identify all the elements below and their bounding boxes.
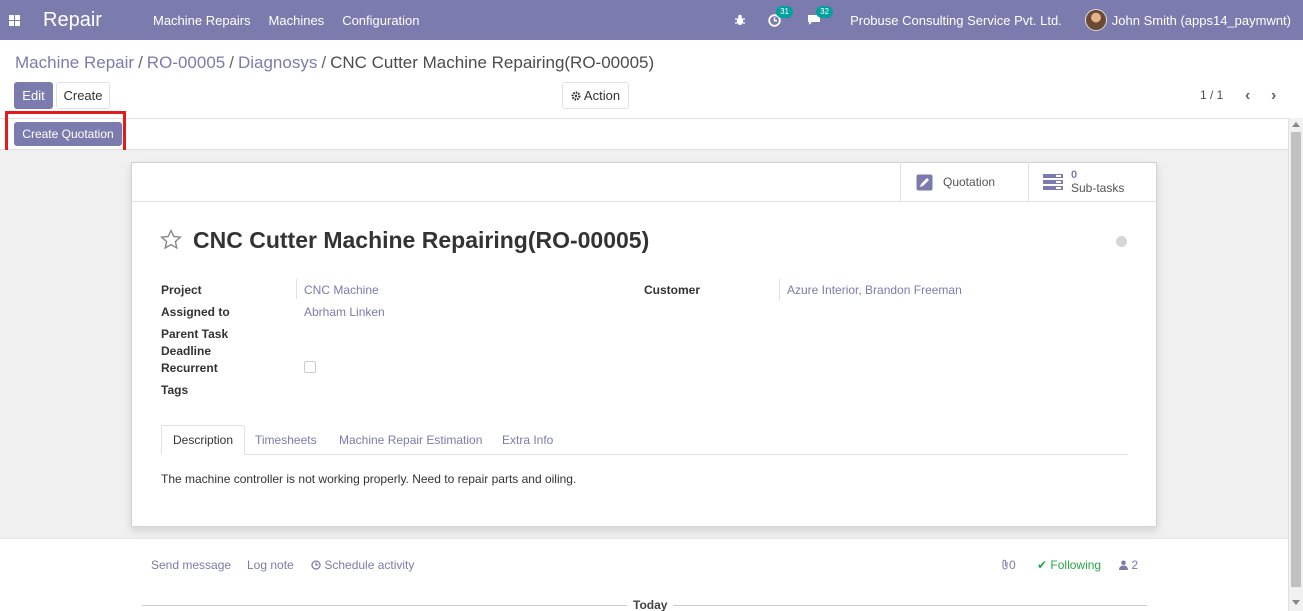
project-label: Project: [161, 283, 202, 297]
form-statusbar: [0, 118, 1288, 150]
tab-timesheets[interactable]: Timesheets: [255, 425, 317, 455]
notebook-tabs: Description Timesheets Machine Repair Es…: [161, 425, 1128, 455]
bug-icon[interactable]: [732, 12, 748, 28]
edit-button[interactable]: Edit: [14, 82, 53, 109]
tasks-icon: [1043, 173, 1063, 190]
breadcrumb-separator: /: [229, 53, 234, 72]
button-box: Quotation 0 Sub-tasks: [132, 163, 1156, 202]
menu-machines[interactable]: Machines: [269, 13, 325, 28]
field-separator: [779, 279, 780, 301]
create-button[interactable]: Create: [56, 82, 110, 109]
parent-task-label: Parent Task: [161, 327, 229, 341]
subtasks-smart-button[interactable]: 0 Sub-tasks: [1028, 163, 1156, 201]
highlight-annotation: [5, 111, 126, 154]
action-dropdown[interactable]: Action: [562, 82, 629, 109]
kanban-state-indicator[interactable]: [1116, 236, 1127, 247]
attachments-button[interactable]: 0: [1001, 558, 1016, 572]
send-message-button[interactable]: Send message: [151, 558, 231, 572]
quotation-smart-button[interactable]: Quotation: [900, 163, 1028, 201]
pager-previous-icon[interactable]: ‹: [1245, 87, 1250, 105]
task-title[interactable]: CNC Cutter Machine Repairing(RO-00005): [193, 227, 649, 254]
menu-configuration[interactable]: Configuration: [342, 13, 419, 28]
scroll-thumb[interactable]: [1291, 132, 1301, 587]
edit-icon: [916, 174, 933, 190]
breadcrumb-diagnosys[interactable]: Diagnosys: [238, 53, 317, 72]
breadcrumb-machine-repair[interactable]: Machine Repair: [15, 53, 134, 72]
scroll-up-icon[interactable]: [1292, 122, 1300, 127]
paperclip-icon: [1002, 559, 1008, 570]
customer-label: Customer: [644, 283, 701, 297]
clock-icon: [311, 560, 321, 570]
breadcrumb-separator: /: [138, 53, 143, 72]
breadcrumb: Machine Repair / RO-00005/Diagnosys / CNC Cu…: [15, 53, 654, 73]
tags-label: Tags: [161, 383, 189, 397]
tab-extra-info[interactable]: Extra Info: [502, 425, 553, 455]
pager-next-icon[interactable]: ›: [1271, 87, 1276, 105]
followers-button[interactable]: 2: [1119, 558, 1138, 572]
quotation-label: Quotation: [943, 175, 996, 189]
scroll-down-icon[interactable]: [1292, 600, 1300, 605]
app-name[interactable]: Repair: [43, 9, 102, 32]
chatter-divider: [0, 538, 1288, 539]
check-icon: ✔: [1037, 558, 1048, 572]
gear-icon: [571, 90, 581, 101]
company-switcher[interactable]: Probuse Consulting Service Pvt. Ltd.: [850, 13, 1062, 28]
action-label: Action: [583, 88, 621, 103]
subtasks-label: Sub-tasks: [1071, 181, 1125, 195]
navbar-systray: 31 32 Probuse Consulting Service Pvt. Lt…: [714, 0, 1291, 40]
project-field[interactable]: CNC Machine: [304, 283, 379, 297]
message-count-badge: 32: [816, 6, 833, 18]
form-sheet: Quotation 0 Sub-tasks CNC Cutter Machine…: [131, 162, 1157, 527]
main-menu: Machine Repairs Machines Configuration: [153, 13, 420, 28]
subtasks-info: 0 Sub-tasks: [1071, 169, 1124, 195]
customer-field[interactable]: Azure Interior, Brandon Freeman: [787, 283, 962, 297]
following-label: Following: [1050, 558, 1102, 572]
attachments-count: 0: [1009, 558, 1016, 572]
description-text[interactable]: The machine controller is not working pr…: [161, 472, 576, 486]
pager-value[interactable]: 1 / 1: [1200, 88, 1223, 102]
menu-machine-repairs[interactable]: Machine Repairs: [153, 13, 251, 28]
top-navbar: Repair Machine Repairs Machines Configur…: [0, 0, 1303, 40]
deadline-label: Deadline: [161, 344, 212, 358]
recurrent-checkbox[interactable]: [304, 361, 316, 373]
schedule-activity-label: Schedule activity: [324, 558, 415, 572]
tab-machine-repair-estimation[interactable]: Machine Repair Estimation: [339, 425, 482, 455]
breadcrumb-ro[interactable]: RO-00005: [147, 53, 225, 72]
activity-icon[interactable]: 31: [766, 6, 793, 28]
assigned-to-field[interactable]: Abrham Linken: [304, 305, 385, 319]
star-icon[interactable]: [160, 229, 182, 250]
following-button[interactable]: ✔ Following: [1037, 558, 1101, 572]
log-note-button[interactable]: Log note: [247, 558, 294, 572]
user-menu[interactable]: John Smith (apps14_paymwnt): [1112, 13, 1291, 28]
field-separator: [296, 279, 297, 299]
assigned-to-label: Assigned to: [161, 305, 230, 319]
apps-menu-icon[interactable]: [9, 15, 20, 26]
user-icon: [1119, 560, 1128, 570]
followers-count: 2: [1131, 558, 1139, 572]
today-label: Today: [627, 598, 674, 611]
scrollbar[interactable]: [1288, 118, 1303, 611]
breadcrumb-separator: /: [321, 53, 327, 72]
tab-description[interactable]: Description: [161, 425, 246, 455]
activity-count-badge: 31: [776, 6, 793, 18]
schedule-activity-button[interactable]: Schedule activity: [311, 558, 414, 572]
breadcrumb-current: CNC Cutter Machine Repairing(RO-00005): [330, 53, 655, 72]
avatar[interactable]: [1084, 9, 1107, 31]
recurrent-label: Recurrent: [161, 361, 218, 375]
messages-icon[interactable]: 32: [806, 6, 833, 28]
